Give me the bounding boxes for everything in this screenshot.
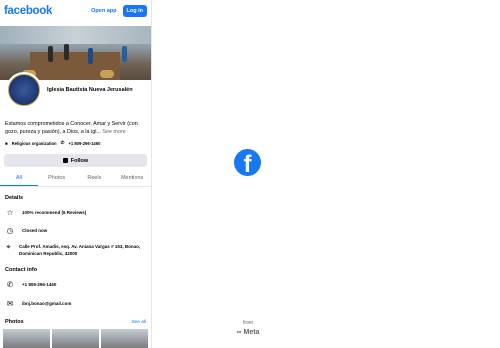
- hours-row: ◷ Closed now: [6, 226, 48, 235]
- contact-title: Contact info: [5, 267, 38, 273]
- address-row[interactable]: ⌖ Calle Prof. Amadis, esq. Av. Aniana Va…: [0, 242, 151, 257]
- top-bar: facebook Open app Log in: [0, 0, 151, 22]
- from-label: from: [243, 320, 253, 326]
- tab-reels[interactable]: Reels: [76, 171, 114, 186]
- page-title: Iglesia Bautista Nueva Jerusalén: [47, 87, 133, 93]
- church-seal-icon: [8, 74, 40, 106]
- profile-row: Iglesia Bautista Nueva Jerusalén: [0, 72, 151, 120]
- tab-all[interactable]: All: [0, 171, 38, 186]
- phone-row[interactable]: ✆ +1 809-296-1460: [0, 280, 151, 289]
- page-tabs: All Photos Reels Mentions: [0, 171, 151, 187]
- tab-photos[interactable]: Photos: [38, 171, 76, 186]
- splash-area: f from ∞ Meta: [152, 0, 500, 348]
- phone-icon: ✆: [6, 280, 14, 289]
- email-row[interactable]: ✉ ibnj.bonao@gmail.com: [0, 299, 151, 308]
- see-all-link[interactable]: See all: [131, 320, 146, 325]
- photos-title: Photos: [5, 319, 24, 325]
- briefcase-icon: ■: [5, 140, 8, 146]
- follow-button[interactable]: Follow: [4, 154, 147, 167]
- envelope-icon: ✉: [6, 299, 14, 308]
- login-button[interactable]: Log in: [122, 5, 147, 17]
- open-app-link[interactable]: Open app: [91, 8, 116, 14]
- location-pin-icon: ⌖: [6, 242, 11, 251]
- photo-thumbnail[interactable]: [101, 329, 148, 348]
- follow-icon: [62, 158, 68, 163]
- star-icon: ☆: [6, 208, 14, 217]
- photo-thumbnail[interactable]: [52, 329, 99, 348]
- photos-header: Photos See all: [0, 319, 151, 325]
- details-title: Details: [5, 195, 24, 201]
- avatar[interactable]: [6, 72, 42, 108]
- photo-strip: [0, 329, 151, 348]
- facebook-icon: f: [234, 149, 261, 176]
- phone-icon: ✆: [60, 140, 65, 145]
- mobile-page-panel: facebook Open app Log in Iglesia Bautist…: [0, 0, 152, 348]
- see-more-link[interactable]: See more: [102, 129, 125, 135]
- tab-mentions[interactable]: Mentions: [113, 171, 151, 186]
- phone-short[interactable]: +1 809-296-1460: [68, 141, 100, 146]
- meta-logo: ∞ Meta: [236, 329, 260, 336]
- clock-icon: ◷: [6, 226, 14, 235]
- facebook-logo[interactable]: facebook: [4, 5, 91, 17]
- recommend-row[interactable]: ☆ 100% recommend (6 Reviews): [0, 208, 151, 217]
- about-text: Estamos comprometidos a Conocer, Amar y …: [5, 121, 138, 135]
- page-meta-row: ■ Religious organization ✆ +1 809-296-14…: [0, 140, 151, 146]
- photo-thumbnail[interactable]: [3, 329, 50, 348]
- category-label: Religious organization: [11, 140, 57, 146]
